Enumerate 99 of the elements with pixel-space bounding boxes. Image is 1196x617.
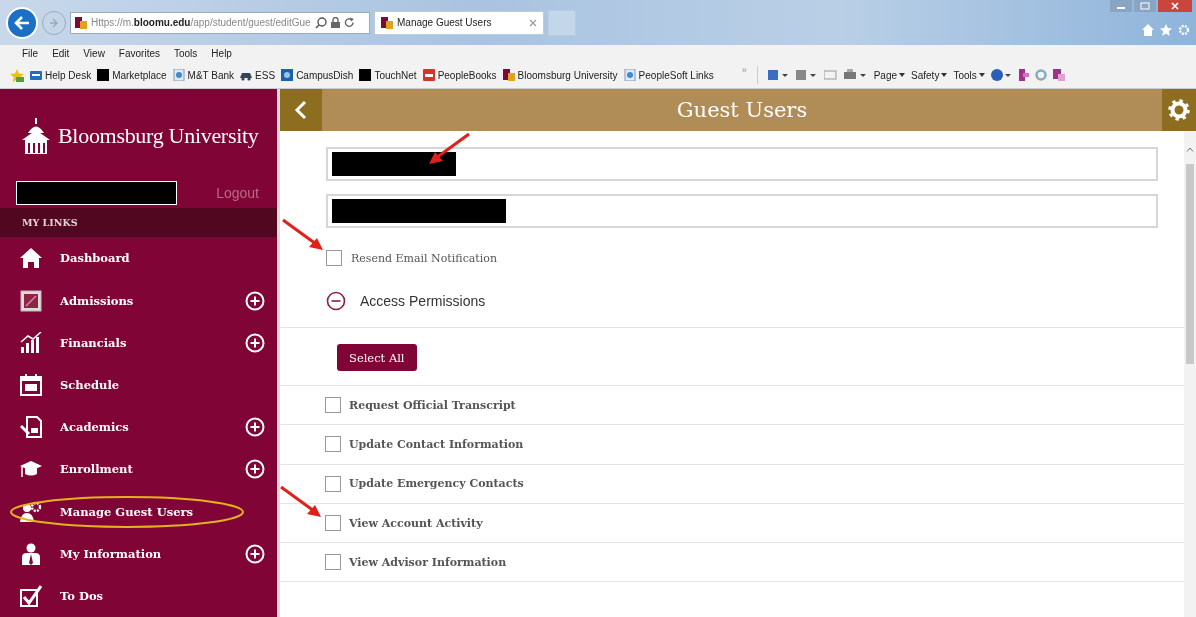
command-menu[interactable]: Safety <box>911 69 948 81</box>
plugin-icon[interactable] <box>1016 69 1029 81</box>
checkbox-icon <box>20 584 42 607</box>
square-icon <box>359 69 372 81</box>
section-toggle-label[interactable]: Access Permissions <box>360 293 486 309</box>
scrollbar-thumb[interactable] <box>1186 164 1194 364</box>
favorites-star-icon[interactable] <box>10 68 24 82</box>
favorites-link[interactable]: Marketplace <box>97 69 167 81</box>
expand-plus-icon[interactable] <box>245 332 265 353</box>
favorites-link[interactable]: M&T Bank <box>172 69 235 81</box>
house-icon <box>20 247 42 270</box>
help-icon[interactable] <box>990 69 1011 81</box>
menu-item[interactable]: Help <box>211 48 232 59</box>
page-title: Guest Users <box>675 98 809 122</box>
checkbox[interactable] <box>326 250 342 266</box>
calendar-icon <box>20 373 42 396</box>
close-icon[interactable] <box>529 18 537 27</box>
select-all-button[interactable]: Select All <box>337 344 417 371</box>
checkbox-label: Update Emergency Contacts <box>349 477 524 491</box>
close-icon[interactable] <box>1158 0 1192 12</box>
document-icon <box>20 416 42 439</box>
menu-item[interactable]: Tools <box>174 48 198 59</box>
browser-tab[interactable]: Manage Guest Users <box>374 10 544 35</box>
bar-chart-icon <box>20 331 42 354</box>
caret-icon <box>978 73 985 77</box>
favorites-link[interactable]: ESS <box>240 69 276 81</box>
checkbox[interactable] <box>325 475 341 492</box>
checkbox[interactable] <box>325 515 341 532</box>
search-icon[interactable] <box>314 16 327 29</box>
university-wordmark: Bloomsburg University <box>58 123 259 150</box>
menu-item[interactable]: View <box>83 48 105 59</box>
back-button[interactable] <box>280 89 322 131</box>
expand-plus-icon[interactable] <box>245 290 265 311</box>
home-icon[interactable] <box>1142 24 1154 36</box>
command-menu[interactable]: Page <box>873 69 906 81</box>
back-button[interactable] <box>6 6 38 39</box>
favorites-link[interactable]: Help Desk <box>30 69 92 81</box>
addon-icon[interactable] <box>1052 69 1065 81</box>
nav-link[interactable]: Dashboard <box>60 251 265 266</box>
nav-link[interactable]: Financials <box>60 335 245 350</box>
nav-link[interactable]: Enrollment <box>60 462 245 477</box>
expand-plus-icon[interactable] <box>245 543 265 564</box>
checkbox-label: Request Official Transcript <box>349 398 516 412</box>
favorites-link[interactable]: PeopleBooks <box>422 69 497 81</box>
people-gear-icon <box>20 500 42 523</box>
nav-link[interactable]: To Dos <box>60 588 265 603</box>
monitor-icon <box>30 69 42 81</box>
checkbox-label: View Advisor Information <box>349 555 507 569</box>
settings-button[interactable] <box>1162 89 1196 131</box>
dish-icon <box>281 69 294 81</box>
nav-link[interactable]: Schedule <box>60 377 265 392</box>
settings-icon <box>1168 99 1190 121</box>
checkbox-label: Resend Email Notification <box>351 251 497 265</box>
back-chevron-icon <box>294 100 308 120</box>
back-arrow-icon <box>14 15 30 30</box>
collapse-minus-icon[interactable] <box>326 291 346 311</box>
nav-link[interactable]: Academics <box>60 420 245 435</box>
text-field[interactable] <box>326 194 1158 228</box>
favorites-link[interactable]: CampusDish <box>281 69 354 81</box>
printer-icon[interactable] <box>843 69 868 81</box>
favorites-link[interactable]: Bloomsburg University <box>502 69 618 81</box>
settings-icon[interactable] <box>1178 24 1190 36</box>
site-icon <box>75 16 87 29</box>
caret-icon <box>899 73 906 77</box>
book-icon <box>20 289 42 312</box>
building-logo-icon <box>22 118 52 155</box>
favorites-link[interactable]: TouchNet <box>359 69 417 81</box>
nav-link[interactable]: My Information <box>60 546 245 561</box>
site-icon <box>381 16 393 29</box>
minimize-icon[interactable] <box>1110 0 1132 12</box>
section-heading: MY LINKS <box>22 216 78 228</box>
lock-icon <box>330 17 340 28</box>
checkbox[interactable] <box>325 554 341 571</box>
star-icon[interactable] <box>1160 24 1172 36</box>
books-icon <box>422 69 435 81</box>
menu-item[interactable]: Favorites <box>118 48 160 59</box>
page-icon <box>172 69 185 81</box>
scroll-up-icon[interactable] <box>1186 147 1194 152</box>
site-icon <box>502 69 515 81</box>
checkbox[interactable] <box>325 436 341 453</box>
nav-link[interactable]: Manage Guest Users <box>60 504 265 519</box>
address-bar[interactable]: Https://m.bloomu.edu/app/student/guest/editGue <box>70 11 370 34</box>
menu-item[interactable]: File <box>22 48 39 59</box>
text-field[interactable] <box>326 147 1158 181</box>
page-icon <box>623 69 636 81</box>
expand-plus-icon[interactable] <box>245 459 265 480</box>
caret-icon <box>941 73 948 77</box>
refresh-icon[interactable] <box>343 17 355 28</box>
favorites-link[interactable]: PeopleSoft Links <box>623 69 714 81</box>
expand-plus-icon[interactable] <box>245 417 265 438</box>
checkbox-label: Update Contact Information <box>349 437 524 451</box>
checkbox-label: View Account Activity <box>349 516 483 530</box>
command-menu[interactable]: Tools <box>953 69 985 81</box>
nav-link[interactable]: Admissions <box>60 293 245 308</box>
menu-item[interactable]: Edit <box>52 48 70 59</box>
square-icon <box>97 69 110 81</box>
checkbox[interactable] <box>325 397 341 414</box>
person-icon <box>20 542 42 565</box>
forward-arrow-icon <box>49 17 59 28</box>
